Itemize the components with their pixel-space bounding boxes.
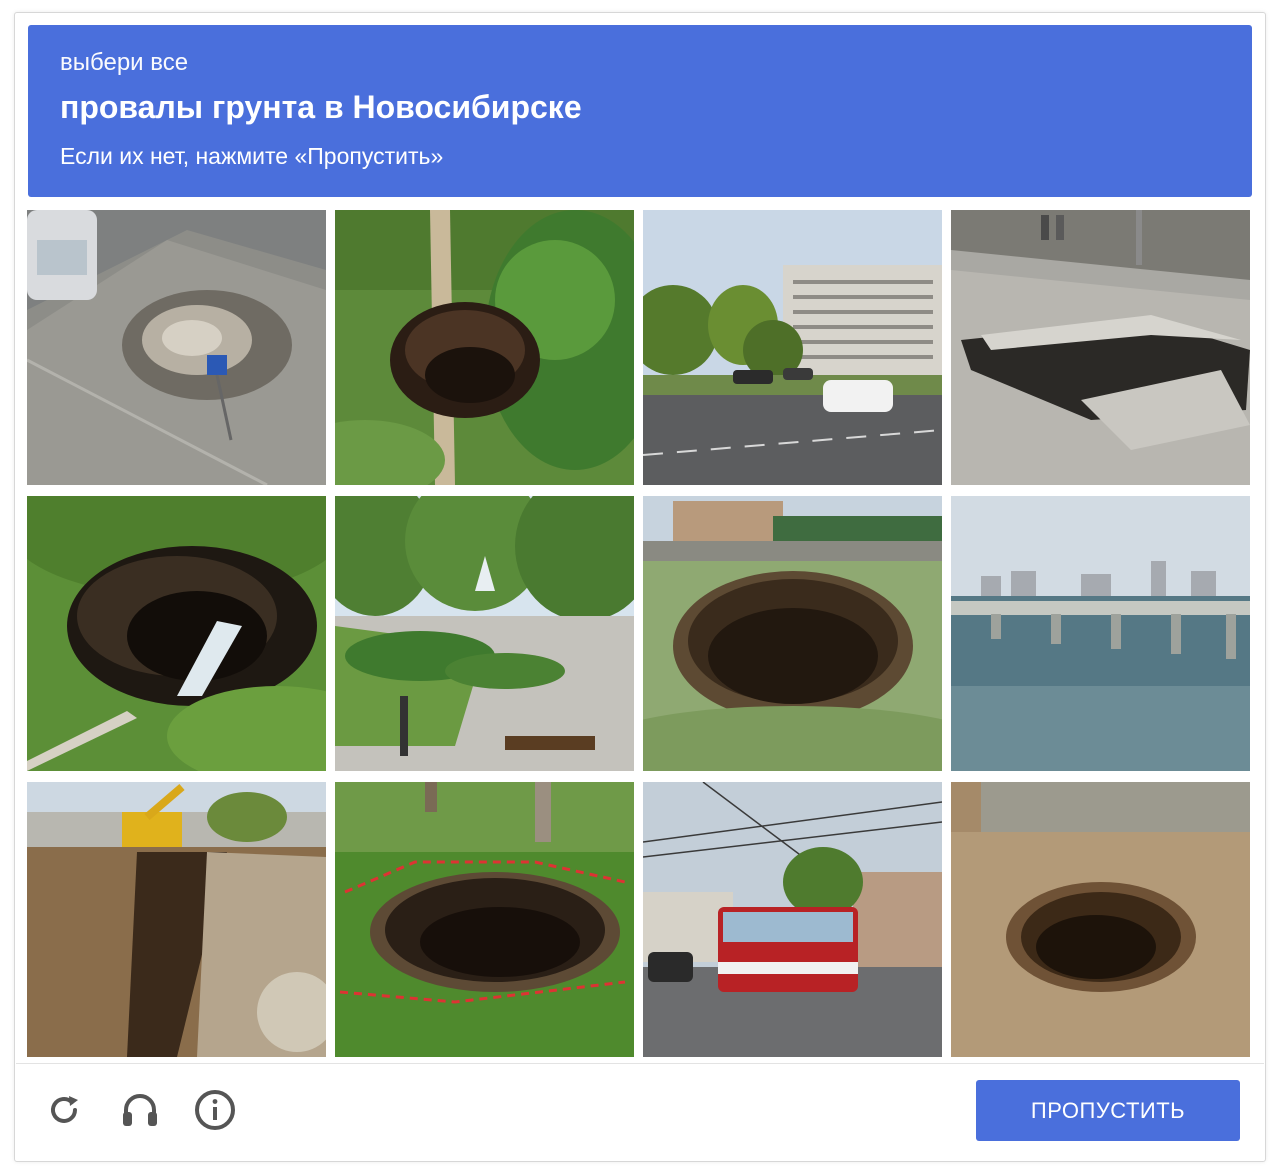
image-tile-1[interactable]	[27, 210, 326, 485]
reload-icon[interactable]	[42, 1088, 86, 1132]
image-tile-7[interactable]	[643, 496, 942, 771]
image-tile-6[interactable]	[335, 496, 634, 771]
challenge-prefix: выбери все	[60, 49, 189, 76]
headphones-icon[interactable]	[118, 1088, 162, 1132]
skip-button[interactable]: ПРОПУСТИТЬ	[976, 1080, 1240, 1141]
image-tile-10[interactable]	[335, 782, 634, 1057]
image-tile-2[interactable]	[335, 210, 634, 485]
image-tile-12[interactable]	[951, 782, 1250, 1057]
image-grid	[27, 210, 1251, 1057]
challenge-header: выбери все провалы грунта в Новосибирске…	[28, 25, 1252, 197]
image-tile-3[interactable]	[643, 210, 942, 485]
image-tile-4[interactable]	[951, 210, 1250, 485]
image-tile-5[interactable]	[27, 496, 326, 771]
image-tile-9[interactable]	[27, 782, 326, 1057]
image-tile-8[interactable]	[951, 496, 1250, 771]
challenge-hint: Если их нет, нажмите «Пропустить»	[60, 143, 444, 169]
info-icon[interactable]	[193, 1088, 237, 1132]
footer-divider	[16, 1063, 1264, 1064]
challenge-title: провалы грунта в Новосибирске	[60, 89, 582, 125]
image-tile-11[interactable]	[643, 782, 942, 1057]
